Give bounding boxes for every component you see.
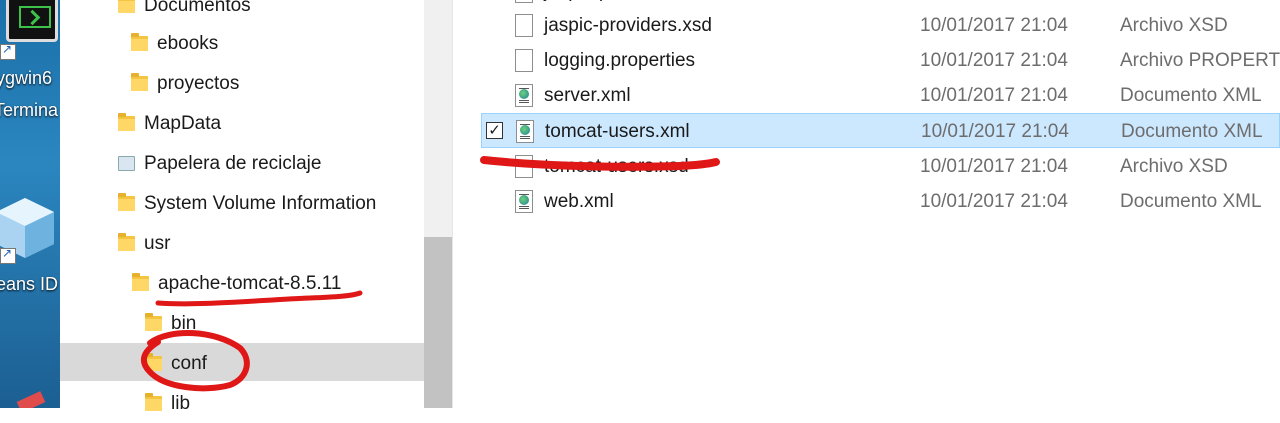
nav-item-label: System Volume Information bbox=[144, 193, 377, 214]
shortcut-arrow-icon bbox=[0, 246, 16, 264]
file-date: 10/01/2017 21:04 bbox=[920, 191, 1068, 212]
file-row[interactable]: logging.properties 10/01/2017 21:04 Arch… bbox=[481, 43, 1280, 78]
nav-item-label: proyectos bbox=[157, 73, 240, 94]
file-name: tomcat-users.xml bbox=[545, 121, 690, 142]
file-type: Archivo XSD bbox=[1120, 15, 1228, 36]
nav-scrollbar-thumb[interactable] bbox=[424, 237, 452, 408]
nav-item-label: Papelera de reciclaje bbox=[144, 153, 322, 174]
file-date: 10/01/2017 21:04 bbox=[920, 50, 1068, 71]
nav-item-label: bin bbox=[171, 313, 197, 334]
file-name: web.xml bbox=[544, 191, 614, 212]
nav-item-label: lib bbox=[171, 393, 191, 414]
xml-file-icon bbox=[515, 190, 533, 213]
folder-icon bbox=[118, 0, 135, 13]
recycle-bin-icon bbox=[118, 156, 135, 171]
file-date: 10/01/2017 21:04 bbox=[920, 15, 1068, 36]
navigation-pane: Documentos ebooks proyectos MapData Pape… bbox=[60, 0, 453, 414]
file-row[interactable]: tomcat-users.xsd 10/01/2017 21:04 Archiv… bbox=[481, 149, 1280, 184]
file-icon bbox=[515, 155, 533, 178]
shortcut-arrow-icon bbox=[0, 42, 16, 60]
nav-item-label: apache-tomcat-8.5.11 bbox=[158, 273, 342, 294]
folder-icon bbox=[145, 393, 162, 411]
file-name: logging.properties bbox=[544, 50, 696, 71]
file-date: 10/01/2017 21:04 bbox=[920, 85, 1068, 106]
file-type: Documento XML bbox=[1120, 85, 1262, 106]
nav-scrollbar[interactable] bbox=[424, 0, 452, 408]
file-row[interactable]: server.xml 10/01/2017 21:04 Documento XM… bbox=[481, 78, 1280, 113]
xml-file-icon bbox=[515, 84, 533, 107]
nav-item-label: MapData bbox=[144, 113, 222, 134]
nav-item-label: ebooks bbox=[157, 33, 219, 54]
desktop-label-terminal[interactable]: Termina bbox=[0, 100, 58, 121]
terminal-icon[interactable] bbox=[6, 0, 58, 42]
file-type: Archivo PROPERTI bbox=[1120, 50, 1280, 71]
file-type: Documento XML bbox=[1120, 191, 1262, 212]
desktop-label-cygwin[interactable]: ygwin6 bbox=[0, 68, 52, 89]
xml-file-icon bbox=[516, 120, 534, 143]
file-date: 10/01/2017 21:04 bbox=[921, 121, 1069, 142]
folder-icon bbox=[131, 33, 148, 51]
desktop-label-netbeans[interactable]: eans ID bbox=[0, 274, 58, 295]
file-type: Documento XML bbox=[1121, 121, 1263, 142]
file-icon bbox=[515, 49, 533, 72]
folder-icon bbox=[118, 113, 135, 131]
folder-icon bbox=[131, 73, 148, 91]
file-name: jaspic-providers.xsd bbox=[544, 15, 712, 36]
file-row[interactable]: web.xml 10/01/2017 21:04 Documento XML bbox=[481, 184, 1280, 219]
folder-icon bbox=[118, 193, 135, 211]
folder-icon bbox=[145, 313, 162, 331]
file-row-selected[interactable]: ✓ tomcat-users.xml 10/01/2017 21:04 Docu… bbox=[481, 113, 1280, 148]
file-date: 10/01/2017 21:04 bbox=[920, 156, 1068, 177]
file-icon bbox=[515, 14, 533, 37]
desktop-icon-partial bbox=[16, 391, 46, 408]
file-type: Archivo XSD bbox=[1120, 156, 1228, 177]
nav-item-label: conf bbox=[171, 353, 207, 374]
nav-selection-highlight bbox=[60, 343, 424, 381]
folder-icon bbox=[132, 273, 149, 291]
file-icon bbox=[515, 0, 533, 3]
row-checkbox[interactable]: ✓ bbox=[486, 122, 503, 139]
file-name: server.xml bbox=[544, 85, 631, 106]
folder-icon bbox=[145, 353, 162, 371]
file-list: jaspic-providers.xml jaspic-providers.xs… bbox=[453, 0, 1280, 408]
desktop-background: ygwin6 Termina eans ID bbox=[0, 0, 60, 408]
nav-item-label: usr bbox=[144, 233, 171, 254]
nav-item-label: Documentos bbox=[144, 0, 251, 16]
file-row[interactable]: jaspic-providers.xsd 10/01/2017 21:04 Ar… bbox=[481, 8, 1280, 43]
folder-icon bbox=[118, 233, 135, 251]
file-name: tomcat-users.xsd bbox=[544, 156, 689, 177]
